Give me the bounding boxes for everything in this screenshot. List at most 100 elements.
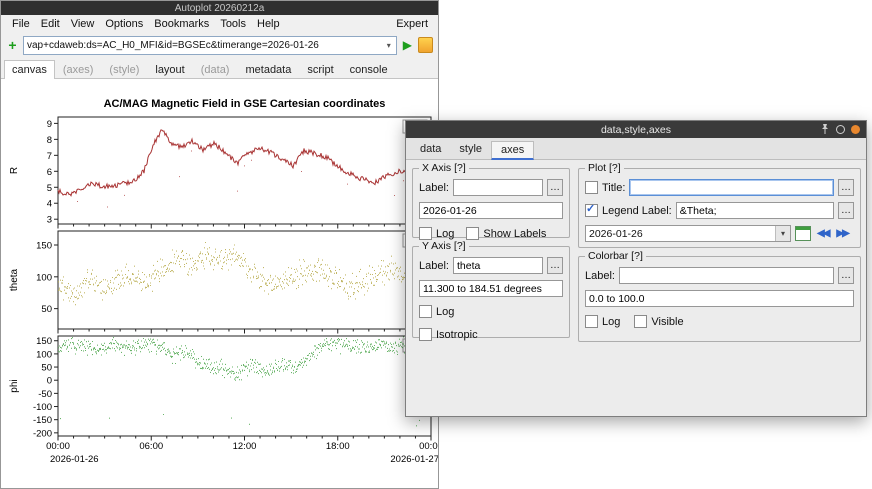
svg-text:150: 150 [36, 336, 52, 347]
legend-label-checkbox[interactable] [585, 204, 598, 217]
x-axis-show-labels-label: Show Labels [483, 228, 546, 240]
y-axis-log-checkbox[interactable] [419, 305, 432, 318]
dialog-tab-data[interactable]: data [411, 141, 450, 159]
colorbar-label-input[interactable] [619, 267, 834, 284]
colorbar-range-input[interactable] [585, 290, 854, 307]
svg-text:-100: -100 [33, 402, 52, 413]
svg-text:150: 150 [36, 241, 52, 252]
svg-text:phi: phi [9, 379, 20, 392]
x-axis-group-title: X Axis [?] [419, 162, 469, 174]
close-icon[interactable] [851, 125, 860, 134]
svg-text:5: 5 [47, 183, 52, 194]
y-axis-log-label: Log [436, 306, 454, 318]
y-axis-group: Y Axis [?] Label: Log Isotropic [412, 246, 570, 338]
plot-canvas[interactable]: AC/MAG Magnetic Field in GSE Cartesian c… [1, 79, 438, 488]
svg-text:100: 100 [36, 272, 52, 283]
colorbar-group-title: Colorbar [?] [585, 250, 646, 262]
svg-text:18:00: 18:00 [326, 441, 350, 452]
expert-mode-label[interactable]: Expert [392, 17, 432, 31]
dialog-titlebar[interactable]: data,style,axes [406, 121, 866, 138]
menu-options[interactable]: Options [100, 17, 148, 31]
y-axis-label-caption: Label: [419, 260, 449, 272]
tab-layout[interactable]: layout [147, 60, 192, 79]
uri-text: vap+cdaweb:ds=AC_H0_MFI&id=BGSEc&timeran… [27, 40, 385, 51]
legend-label-more-button[interactable] [838, 202, 854, 219]
menu-edit[interactable]: Edit [36, 17, 65, 31]
svg-text:100: 100 [36, 349, 52, 360]
colorbar-label-more-button[interactable] [838, 267, 854, 284]
y-axis-label-input[interactable] [453, 257, 543, 274]
tab-metadata[interactable]: metadata [237, 60, 299, 79]
colorbar-group: Colorbar [?] Label: Log Visible [578, 256, 861, 342]
svg-text:12:00: 12:00 [233, 441, 257, 452]
svg-text:theta: theta [9, 268, 20, 291]
svg-text:0: 0 [47, 376, 52, 387]
magnetic-field-plots[interactable]: AC/MAG Magnetic Field in GSE Cartesian c… [1, 79, 438, 484]
legend-label-input[interactable] [676, 202, 834, 219]
pin-icon[interactable] [820, 123, 830, 135]
legend-label-caption: Legend Label: [602, 205, 672, 217]
timerange-combobox[interactable]: 2026-01-26 [585, 225, 791, 242]
svg-text:9: 9 [47, 119, 52, 130]
main-tab-bar: canvas (axes) (style) layout (data) meta… [1, 57, 438, 79]
menu-tools[interactable]: Tools [215, 17, 251, 31]
dialog-tab-bar: data style axes [406, 138, 866, 160]
help-icon[interactable] [836, 125, 845, 134]
dialog-title: data,style,axes [601, 124, 671, 136]
svg-text:R: R [9, 167, 20, 174]
autoplot-window: Autoplot 20260212a File Edit View Option… [0, 0, 439, 489]
svg-text:AC/MAG Magnetic Field in GSE: AC/MAG Magnetic Field in GSE Cartesian c… [104, 98, 386, 110]
colorbar-visible-checkbox[interactable] [634, 315, 647, 328]
svg-text:00:00: 00:00 [419, 441, 438, 452]
menu-bar: File Edit View Options Bookmarks Tools H… [1, 15, 438, 33]
menu-bookmarks[interactable]: Bookmarks [149, 17, 214, 31]
dialog-content: X Axis [?] Label: Log Show Labels [406, 160, 866, 417]
svg-text:-50: -50 [38, 389, 52, 400]
menu-view[interactable]: View [66, 17, 100, 31]
inspect-uri-icon[interactable] [418, 37, 433, 53]
uri-dropdown-icon[interactable] [385, 41, 393, 50]
svg-text:3: 3 [47, 215, 52, 226]
calendar-icon[interactable] [795, 226, 811, 241]
add-uri-icon[interactable] [6, 37, 19, 53]
plot-title-checkbox[interactable] [585, 181, 598, 194]
plot-title-more-button[interactable] [838, 179, 854, 196]
y-axis-isotropic-checkbox[interactable] [419, 328, 432, 341]
dialog-tab-axes[interactable]: axes [491, 141, 534, 160]
menu-file[interactable]: File [7, 17, 35, 31]
svg-text:50: 50 [41, 304, 52, 315]
y-axis-label-more-button[interactable] [547, 257, 563, 274]
plot-uri-button[interactable] [401, 38, 414, 52]
timerange-dropdown-icon[interactable] [775, 226, 790, 241]
tab-script[interactable]: script [299, 60, 341, 79]
tab-axes[interactable]: (axes) [55, 60, 102, 79]
step-forward-icon[interactable] [834, 228, 849, 239]
y-axis-isotropic-label: Isotropic [436, 329, 478, 341]
tab-style[interactable]: (style) [101, 60, 147, 79]
x-axis-label-caption: Label: [419, 182, 449, 194]
menu-help[interactable]: Help [252, 17, 285, 31]
tab-canvas[interactable]: canvas [4, 60, 55, 79]
tab-data[interactable]: (data) [193, 60, 238, 79]
colorbar-log-label: Log [602, 316, 620, 328]
x-axis-log-checkbox[interactable] [419, 227, 432, 240]
x-axis-range-input[interactable] [419, 202, 563, 219]
plot-title-caption: Title: [602, 182, 625, 194]
step-back-icon[interactable] [815, 228, 830, 239]
dialog-tab-style[interactable]: style [450, 141, 491, 159]
x-axis-label-more-button[interactable] [547, 179, 563, 196]
axes-dialog: data,style,axes data style axes X Axis [… [405, 120, 867, 417]
colorbar-log-checkbox[interactable] [585, 315, 598, 328]
tab-console[interactable]: console [342, 60, 396, 79]
y-axis-group-title: Y Axis [?] [419, 240, 469, 252]
plot-title-input[interactable] [629, 179, 834, 196]
colorbar-visible-label: Visible [651, 316, 683, 328]
plot-group: Plot [?] Title: Legend Label: 2026-01-2 [578, 168, 861, 248]
main-titlebar[interactable]: Autoplot 20260212a [1, 1, 438, 15]
main-window-title: Autoplot 20260212a [175, 3, 265, 14]
uri-input[interactable]: vap+cdaweb:ds=AC_H0_MFI&id=BGSEc&timeran… [23, 36, 397, 55]
svg-text:00:00: 00:00 [46, 441, 70, 452]
x-axis-label-input[interactable] [453, 179, 543, 196]
y-axis-range-input[interactable] [419, 280, 563, 297]
x-axis-show-labels-checkbox[interactable] [466, 227, 479, 240]
